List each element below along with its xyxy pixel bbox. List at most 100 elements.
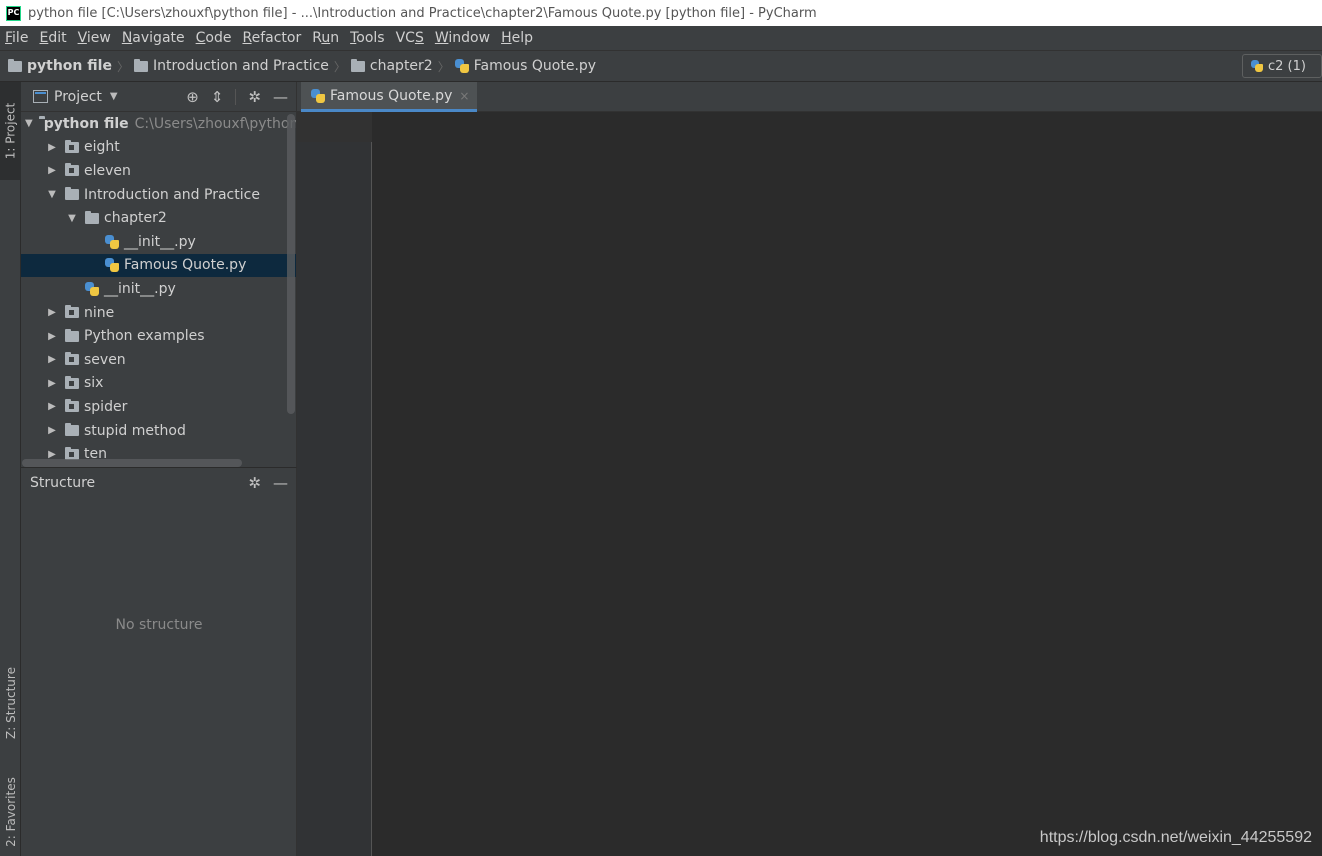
breadcrumb-project-root[interactable]: python file	[8, 58, 112, 74]
tree-item-label: __init__.py	[104, 280, 176, 297]
collapse-all-icon[interactable]: ⇕	[211, 88, 224, 106]
menu-item[interactable]: Edit	[34, 30, 72, 46]
menu-item[interactable]: Refactor	[237, 30, 307, 46]
empty-state-text: No structure	[115, 617, 203, 633]
breadcrumb-separator-icon: 〉	[437, 59, 450, 74]
project-view-icon	[33, 90, 48, 103]
collapse-arrow-icon[interactable]: ▶	[45, 449, 59, 460]
window-title-bar: PC python file [C:\Users\zhouxf\python f…	[0, 0, 1322, 26]
menu-item[interactable]: Code	[191, 30, 238, 46]
tree-item-label: stupid method	[84, 422, 186, 439]
tree-row[interactable]: ▼ Introduction and Practice	[21, 183, 296, 207]
package-folder-icon	[65, 163, 79, 177]
editor-tab-famous-quote[interactable]: Famous Quote.py ×	[301, 82, 478, 112]
editor-gutter	[297, 112, 380, 856]
breadcrumb-folder-chapter2[interactable]: chapter2	[350, 58, 433, 74]
window-title: python file [C:\Users\zhouxf\python file…	[28, 5, 817, 21]
chevron-down-icon: ▼	[109, 91, 118, 102]
menu-item[interactable]: Tools	[345, 30, 391, 46]
tree-item-label: chapter2	[104, 210, 167, 227]
tree-row[interactable]: ▼ chapter2	[21, 206, 296, 230]
folder-icon	[65, 328, 79, 342]
project-panel: Project ▼ ⊕ ⇕ ✲ — ▼ python file C:\Users\z…	[21, 82, 297, 467]
tree-row[interactable]: ▶ stupid method	[21, 419, 296, 443]
collapse-arrow-icon[interactable]: ▶	[45, 425, 59, 436]
collapse-arrow-icon[interactable]: ▶	[45, 142, 59, 153]
project-tool-button[interactable]: 1: Project	[0, 82, 21, 180]
expand-arrow-icon[interactable]: ▼	[65, 213, 79, 224]
collapse-arrow-icon[interactable]: ▶	[45, 354, 59, 365]
python-file-icon	[105, 234, 119, 249]
project-view-selector[interactable]: Project ▼	[33, 89, 118, 105]
vertical-scrollbar[interactable]	[287, 114, 295, 414]
tree-row[interactable]: ▶ eleven	[21, 159, 296, 183]
collapse-arrow-icon[interactable]: ▶	[45, 401, 59, 412]
divider	[235, 89, 237, 105]
gear-icon[interactable]: ✲	[248, 474, 261, 492]
menu-item[interactable]: Help	[496, 30, 539, 46]
minimize-icon[interactable]: —	[273, 474, 288, 492]
navigation-bar: python file 〉 Introduction and Practice …	[0, 51, 1322, 82]
collapse-arrow-icon[interactable]: ▶	[45, 331, 59, 342]
python-file-icon	[454, 59, 469, 73]
gear-icon[interactable]: ✲	[248, 88, 261, 106]
package-folder-icon	[65, 446, 79, 460]
tree-row[interactable]: ▶ spider	[21, 395, 296, 419]
folder-icon	[350, 58, 365, 72]
tree-item-label: Introduction and Practice	[84, 186, 260, 203]
menu-item[interactable]: Run	[307, 30, 345, 46]
tree-row[interactable]: ▶ seven	[21, 348, 296, 372]
python-icon	[1251, 60, 1263, 72]
tree-row[interactable]: ▶ nine	[21, 301, 296, 325]
expand-arrow-icon[interactable]: ▼	[45, 189, 59, 200]
locate-icon[interactable]: ⊕	[186, 88, 199, 106]
pycharm-logo-icon: PC	[6, 5, 21, 21]
python-file-icon	[85, 281, 99, 296]
tree-item-label: python file	[43, 115, 129, 132]
breadcrumb-separator-icon: 〉	[116, 59, 129, 74]
package-folder-icon	[65, 139, 79, 153]
code-editor[interactable]	[372, 112, 1322, 856]
python-file-icon	[311, 88, 325, 103]
menu-item[interactable]: VCS	[391, 30, 430, 46]
tree-row[interactable]: ▼ python file C:\Users\zhouxf\python	[21, 112, 296, 136]
breadcrumb-folder-introduction[interactable]: Introduction and Practice	[133, 58, 329, 74]
collapse-arrow-icon[interactable]: ▶	[45, 165, 59, 176]
collapse-arrow-icon[interactable]: ▶	[45, 307, 59, 318]
caret-line-highlight	[297, 112, 380, 142]
tree-row[interactable]: __init__.py	[21, 230, 296, 254]
collapse-arrow-icon[interactable]: ▶	[45, 378, 59, 389]
project-panel-header: Project ▼ ⊕ ⇕ ✲ —	[21, 82, 296, 112]
close-icon[interactable]: ×	[459, 89, 469, 103]
tree-row[interactable]: __init__.py	[21, 277, 296, 301]
structure-tool-button[interactable]: Z: Structure	[0, 650, 21, 755]
expand-arrow-icon[interactable]: ▼	[25, 118, 33, 129]
tree-item-path: C:\Users\zhouxf\python	[134, 115, 296, 132]
tree-item-label: __init__.py	[124, 233, 196, 250]
menu-item[interactable]: Window	[430, 30, 496, 46]
structure-panel-header: Structure ✲ —	[21, 468, 296, 498]
favorites-tool-button[interactable]: 2: Favorites	[0, 768, 21, 856]
package-folder-icon	[65, 375, 79, 389]
folder-icon	[85, 210, 99, 224]
tree-row[interactable]: ▶ eight	[21, 136, 296, 160]
menu-item[interactable]: Navigate	[117, 30, 191, 46]
breadcrumb-separator-icon: 〉	[333, 59, 346, 74]
tree-item-label: eight	[84, 139, 120, 156]
menu-item[interactable]: File	[0, 30, 34, 46]
menu-bar: File Edit View Navigate Code Refactor Run Tools…	[0, 26, 1322, 51]
run-configuration-dropdown[interactable]: c2 (1)	[1242, 54, 1322, 78]
tree-row[interactable]: ▶ six	[21, 372, 296, 396]
tree-item-label: eleven	[84, 162, 131, 179]
tree-item-label: nine	[84, 304, 115, 321]
left-tool-stripe: 1: Project Z: Structure 2: Favorites	[0, 82, 21, 856]
menu-item[interactable]: View	[73, 30, 117, 46]
python-file-icon	[105, 258, 119, 273]
tree-row[interactable]: ▶ Python examples	[21, 324, 296, 348]
minimize-icon[interactable]: —	[273, 88, 288, 106]
project-tree: ▼ python file C:\Users\zhouxf\python ▶ eight…	[21, 112, 296, 467]
folder-icon	[8, 58, 22, 72]
breadcrumb-file[interactable]: Famous Quote.py	[454, 58, 596, 74]
horizontal-scrollbar[interactable]	[22, 459, 242, 467]
tree-row[interactable]: Famous Quote.py	[21, 253, 296, 278]
